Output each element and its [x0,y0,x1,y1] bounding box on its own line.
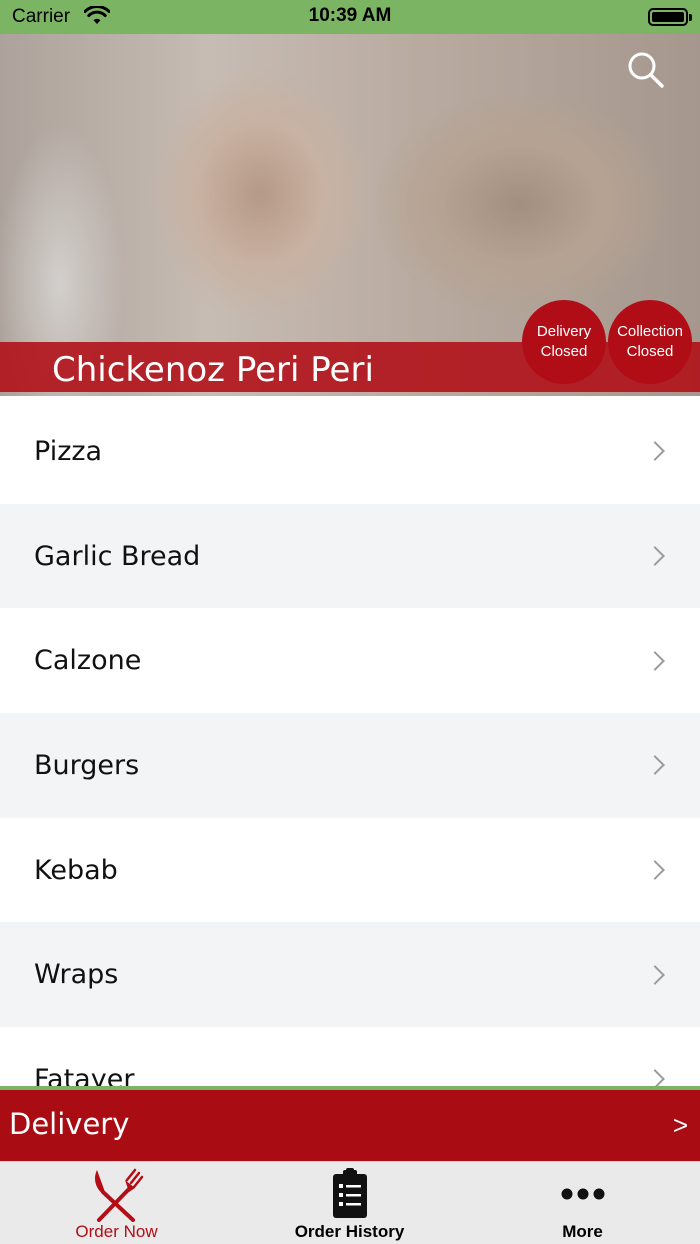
menu-category-calzone[interactable]: Calzone [0,608,700,714]
category-label: Pizza [34,435,103,467]
menu-category-garlic-bread[interactable]: Garlic Bread [0,503,700,609]
category-label: Kebab [34,854,118,886]
search-icon [626,52,666,94]
chevron-right-icon [645,964,665,985]
restaurant-hero: Chickenoz Peri Peri Delivery Closed Coll… [0,34,700,396]
fork-knife-icon [89,1168,145,1227]
clipboard-list-icon [330,1168,370,1227]
chevron-right-icon [645,860,665,880]
tab-bar: Order Now Order History More [0,1161,700,1244]
restaurant-name: Chickenoz Peri Peri [52,350,374,390]
menu-category-fatayer[interactable]: Fatayer [0,1027,700,1087]
chevron-right-icon [645,1069,665,1087]
delivery-badge-line1: Delivery [536,323,592,340]
category-label: Garlic Bread [34,540,201,572]
tab-label: Order History [294,1222,405,1241]
category-label: Fatayer [34,1063,135,1087]
collection-badge-line2: Closed [626,343,674,360]
tab-order-now[interactable]: Order Now [0,1162,233,1244]
chevron-right-icon [645,546,665,566]
chevron-right-icon [645,441,665,462]
order-mode-delivery-button[interactable]: Delivery > [0,1090,700,1161]
search-button[interactable] [626,50,666,90]
menu-category-list: Pizza Garlic Bread Calzone Burgers Kebab… [0,399,700,1087]
collection-badge-line1: Collection [617,323,683,340]
menu-category-burgers[interactable]: Burgers [0,713,700,818]
tab-more[interactable]: More [466,1162,699,1244]
tab-order-history[interactable]: Order History [233,1162,466,1244]
category-label: Burgers [34,749,140,781]
category-label: Calzone [34,645,142,677]
menu-category-kebab[interactable]: Kebab [0,817,700,923]
category-label: Wraps [34,959,119,991]
tab-label: Order Now [75,1222,158,1241]
tab-label: More [562,1222,603,1241]
delivery-status-badge: Delivery Closed [522,300,606,384]
collection-status-badge: Collection Closed [608,300,692,384]
clock: 10:39 AM [308,5,392,26]
status-bar: Carrier 10:39 AM [0,0,700,34]
menu-category-wraps[interactable]: Wraps [0,922,700,1028]
chevron-right-icon [645,755,665,776]
menu-category-pizza[interactable]: Pizza [0,399,700,504]
chevron-right-icon: > [672,1110,688,1140]
order-mode-label: Delivery [9,1107,130,1141]
battery-icon [648,8,692,26]
chevron-right-icon [645,650,665,671]
delivery-badge-line2: Closed [540,343,588,360]
more-dots-icon [560,1168,606,1227]
